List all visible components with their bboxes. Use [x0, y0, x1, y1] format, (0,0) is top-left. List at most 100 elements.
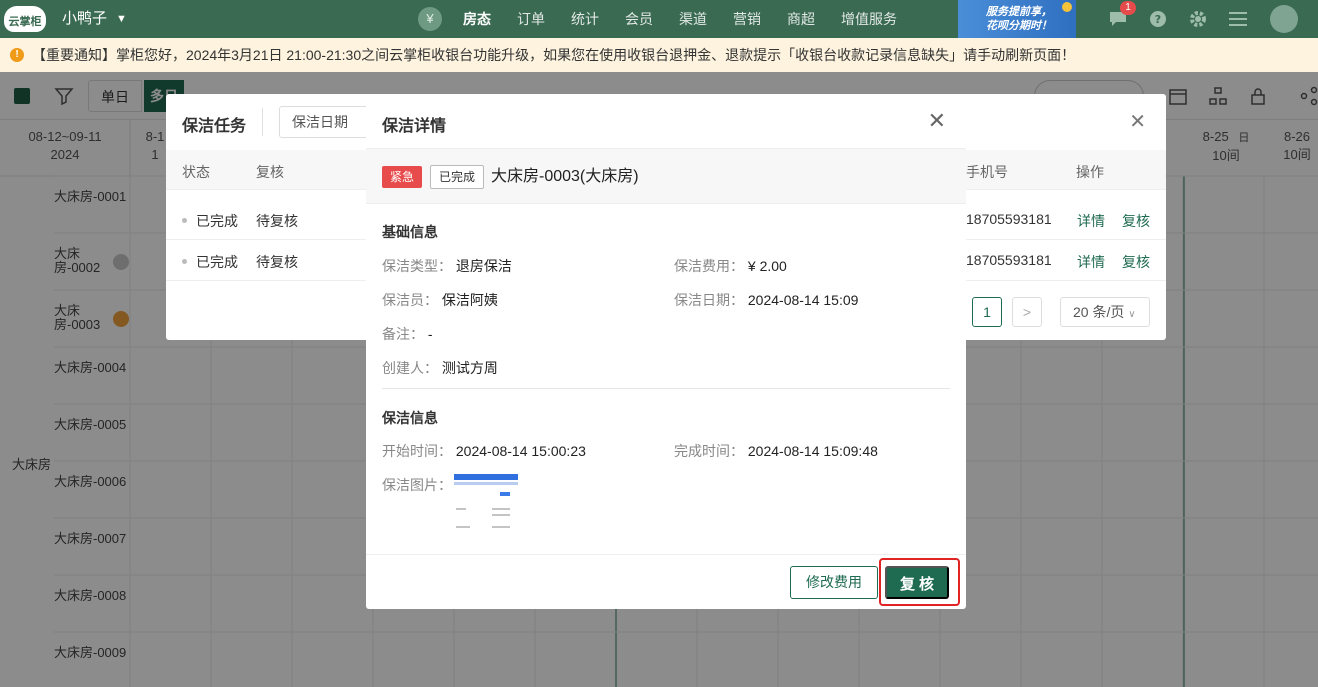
warning-icon: !: [10, 48, 24, 62]
status-dot: [182, 259, 187, 264]
row-review: 待复核: [256, 254, 298, 270]
column-header-review: 复核: [256, 164, 284, 180]
cleaning-type: 保洁类型： 退房保洁: [382, 256, 512, 276]
modal-title: 保洁详情: [382, 118, 447, 135]
cleaning-image-thumbnail[interactable]: [454, 474, 518, 530]
cleaning-type-value: 退房保洁: [455, 258, 512, 274]
cleaning-date-label: 保洁日期：: [674, 292, 744, 308]
help-icon[interactable]: ?: [1148, 9, 1168, 29]
cleaning-type-label: 保洁类型：: [382, 258, 452, 274]
section-divider: [382, 388, 950, 389]
room-header: 紧急 已完成 大床房-0003(大床房): [366, 148, 966, 204]
menu-item-stats[interactable]: 统计: [571, 0, 599, 38]
cleaner-label: 保洁员：: [382, 292, 438, 308]
menu-item-marketing[interactable]: 营销: [733, 0, 761, 38]
menu-item-store[interactable]: 商超: [787, 0, 815, 38]
caret-down-icon[interactable]: ▼: [116, 0, 127, 38]
cleaning-fee-label: 保洁费用：: [674, 258, 744, 274]
cleaning-date: 保洁日期： 2024-08-14 15:09: [674, 290, 858, 310]
row-status: 已完成: [196, 213, 238, 229]
column-header-status: 状态: [182, 164, 210, 180]
detail-link[interactable]: 详情: [1077, 252, 1105, 272]
thumbnail-line: [456, 526, 470, 528]
urgent-tag: 紧急: [382, 166, 423, 188]
notice-bar: ! 【重要通知】掌柜您好，2024年3月21日 21:00-21:30之间云掌柜…: [0, 38, 1318, 72]
finish-time: 完成时间： 2024-08-14 15:09:48: [674, 441, 878, 461]
main-menu: 房态 订单 统计 会员 渠道 营销 商超 增值服务: [463, 0, 923, 38]
review-button[interactable]: 复核: [885, 566, 949, 599]
svg-text:?: ?: [1155, 13, 1161, 26]
creator-label: 创建人：: [382, 360, 438, 376]
title-divider: [262, 108, 263, 136]
close-icon[interactable]: ✕: [928, 110, 946, 132]
page-size-value: 20 条/页: [1073, 304, 1125, 320]
start-time-value: 2024-08-14 15:00:23: [455, 443, 586, 459]
notice-text: 【重要通知】掌柜您好，2024年3月21日 21:00-21:30之间云掌柜收银…: [32, 47, 1076, 63]
thumbnail-line: [492, 514, 510, 516]
cleaner: 保洁员： 保洁阿姨: [382, 290, 498, 310]
dialog-title: 保洁任务: [182, 118, 247, 135]
row-review: 待复核: [256, 213, 298, 229]
thumbnail-line: [492, 508, 510, 510]
cleaning-info-title: 保洁信息: [382, 410, 438, 426]
thumbnail-button: [500, 492, 510, 496]
modal-footer: 修改费用 复核: [366, 554, 966, 609]
cleaning-image-label: 保洁图片：: [382, 475, 452, 495]
menu-item-channels[interactable]: 渠道: [679, 0, 707, 38]
gear-icon[interactable]: [1188, 9, 1208, 29]
pagination-next[interactable]: >: [1012, 297, 1042, 327]
finish-time-label: 完成时间：: [674, 443, 744, 459]
promo-dot-icon: [1062, 2, 1072, 12]
cleaner-value: 保洁阿姨: [441, 292, 498, 308]
page-size-select[interactable]: 20 条/页 ∨: [1060, 297, 1150, 327]
cleaning-detail-modal: 保洁详情 ✕ 紧急 已完成 大床房-0003(大床房) 基础信息 保洁类型： 退…: [366, 94, 966, 609]
basic-info-title: 基础信息: [382, 224, 438, 240]
thumbnail-line: [492, 526, 510, 528]
status-dot: [182, 218, 187, 223]
chevron-down-icon: ∨: [1128, 309, 1136, 320]
user-avatar[interactable]: [1270, 5, 1298, 33]
review-link[interactable]: 复核: [1122, 252, 1150, 272]
menu-item-orders[interactable]: 订单: [517, 0, 545, 38]
app-logo[interactable]: 云掌柜: [4, 4, 46, 34]
start-time: 开始时间： 2024-08-14 15:00:23: [382, 441, 586, 461]
nav-icons: 1 ?: [1108, 0, 1268, 38]
top-nav: 云掌柜 小鸭子 ▼ ¥ 房态 订单 统计 会员 渠道 营销 商超 增值服务 服务…: [0, 0, 1318, 38]
yen-icon[interactable]: ¥: [418, 7, 442, 31]
menu-item-value-added[interactable]: 增值服务: [841, 0, 897, 38]
thumbnail-header: [454, 474, 518, 480]
menu-icon[interactable]: [1228, 9, 1248, 29]
row-status: 已完成: [196, 254, 238, 270]
edit-fee-button[interactable]: 修改费用: [790, 566, 878, 599]
column-header-action: 操作: [1076, 164, 1104, 180]
message-badge: 1: [1120, 1, 1136, 15]
hotel-name[interactable]: 小鸭子: [62, 0, 107, 38]
row-phone: 18705593181: [966, 211, 1052, 227]
promo-line-2: 花呗分期时！: [986, 20, 1052, 32]
thumbnail-subheader: [454, 482, 518, 485]
column-header-phone: 手机号: [966, 164, 1008, 180]
cleaning-fee: 保洁费用： ¥ 2.00: [674, 256, 787, 276]
start-time-label: 开始时间：: [382, 443, 452, 459]
detail-link[interactable]: 详情: [1077, 211, 1105, 231]
thumbnail-line: [456, 508, 466, 510]
pagination-page[interactable]: 1: [972, 297, 1002, 327]
finish-time-value: 2024-08-14 15:09:48: [747, 443, 878, 459]
promo-banner[interactable]: 服务提前享， 花呗分期时！: [958, 0, 1076, 38]
cleaning-fee-value: ¥ 2.00: [747, 258, 787, 274]
status-tag: 已完成: [430, 165, 485, 189]
cleaning-date-value: 2024-08-14 15:09: [747, 292, 859, 308]
logo-text: 云掌柜: [4, 6, 46, 32]
creator: 创建人： 测试方周: [382, 358, 498, 378]
remark: 备注： -: [382, 324, 433, 344]
review-link[interactable]: 复核: [1122, 211, 1150, 231]
cleaning-image-label-text: 保洁图片：: [382, 477, 452, 493]
menu-item-room-status[interactable]: 房态: [463, 0, 491, 38]
menu-item-members[interactable]: 会员: [625, 0, 653, 38]
row-phone: 18705593181: [966, 252, 1052, 268]
creator-value: 测试方周: [441, 360, 498, 376]
message-icon[interactable]: 1: [1108, 1, 1136, 29]
close-icon[interactable]: ✕: [1129, 112, 1146, 132]
remark-value: -: [427, 326, 433, 342]
remark-label: 备注：: [382, 326, 424, 342]
